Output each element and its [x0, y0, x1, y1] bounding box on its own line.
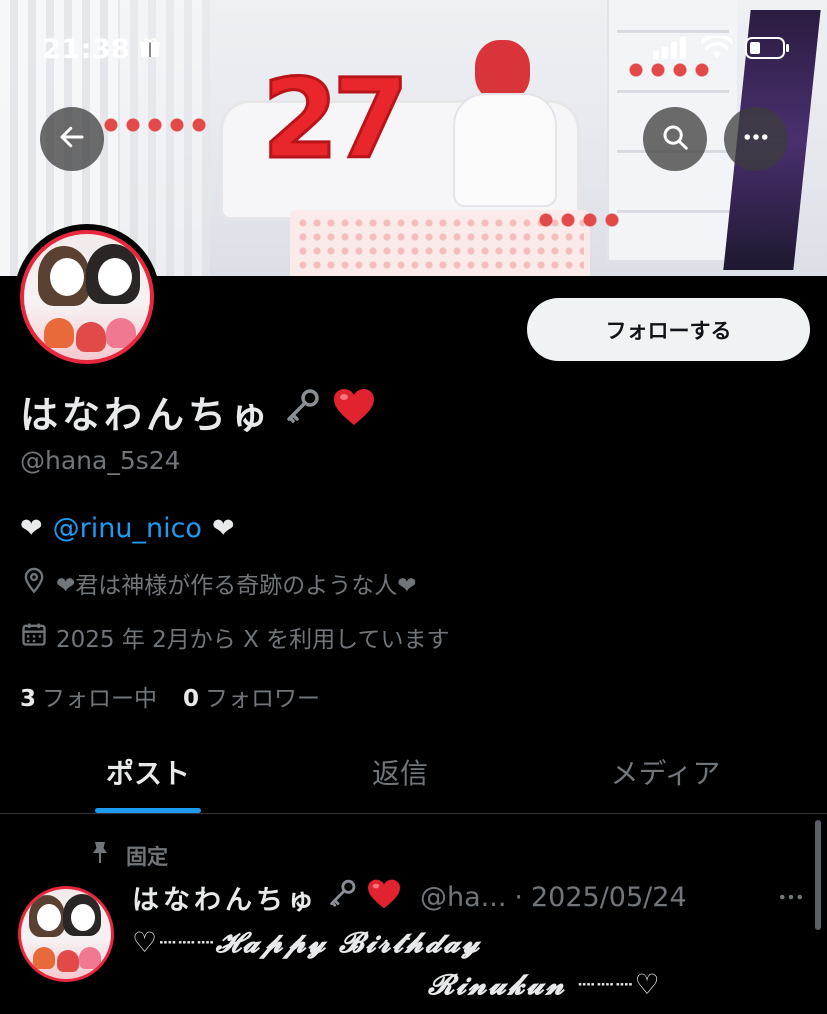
- search-button[interactable]: [643, 107, 707, 171]
- scrollbar[interactable]: [815, 820, 821, 930]
- banner-balloon: 27: [260, 54, 410, 185]
- bio-heart: ❤: [20, 513, 43, 544]
- more-icon: [741, 122, 771, 156]
- battery-icon: [745, 36, 791, 64]
- followers-label: フォロワー: [205, 686, 321, 712]
- tab-media[interactable]: メディア: [504, 730, 827, 813]
- following-link[interactable]: 3 フォロー中: [20, 679, 157, 713]
- banner-character: [420, 30, 570, 205]
- calendar-icon: [20, 620, 48, 654]
- post-date[interactable]: 2025/05/24: [531, 882, 687, 913]
- banner-figures: [535, 205, 625, 235]
- post-text-line-2: 𝓡𝓲𝓷𝓾𝓴𝓾𝓷 ┈┈┈♡: [428, 968, 662, 1001]
- pinned-indicator: 固定: [88, 840, 168, 871]
- post-more-icon[interactable]: [776, 882, 806, 916]
- profile-bio: ❤ @rinu_nico ❤: [20, 513, 235, 544]
- heart-emoji: [332, 387, 376, 436]
- key-icon: [282, 387, 322, 436]
- tab-replies[interactable]: 返信: [296, 730, 504, 813]
- wifi-icon: [700, 34, 734, 64]
- post-author-handle[interactable]: @ha...: [420, 882, 506, 913]
- bio-mention-link[interactable]: @rinu_nico: [53, 513, 202, 544]
- pinned-label: 固定: [126, 844, 168, 869]
- post-author-name[interactable]: はなわんちゅ: [132, 878, 318, 917]
- post-text-line-1: ♡┈┈┈𝓗𝓪𝓹𝓹𝔂 𝓑𝓲𝓻𝓽𝓱𝓭𝓪𝔂: [132, 926, 482, 959]
- profile-joined: 2025 年 2月から X を利用しています: [20, 620, 449, 654]
- post-date-separator: ·: [514, 882, 523, 913]
- followers-link[interactable]: 0 フォロワー: [183, 679, 320, 713]
- search-icon: [660, 122, 690, 156]
- follow-counts: 3 フォロー中 0 フォロワー: [20, 679, 320, 713]
- profile-location: ❤君は神様が作る奇跡のような人❤: [20, 566, 417, 600]
- profile-avatar[interactable]: [14, 224, 160, 370]
- banner-plushies: [100, 110, 210, 140]
- tab-posts[interactable]: ポスト: [0, 730, 296, 813]
- more-button[interactable]: [724, 107, 788, 171]
- joined-text: 2025 年 2月から X を利用しています: [56, 627, 450, 653]
- profile-name: はなわんちゅ: [20, 384, 376, 439]
- status-time: 21:38: [42, 34, 131, 65]
- following-count: 3: [20, 686, 37, 712]
- following-label: フォロー中: [42, 686, 158, 712]
- profile-name-text: はなわんちゅ: [20, 393, 273, 437]
- profile-handle: @hana_5s24: [20, 446, 181, 475]
- signal-icon: [653, 37, 689, 63]
- location-icon: [20, 566, 48, 600]
- back-arrow-icon: [57, 122, 87, 156]
- post-header: はなわんちゅ @ha... · 2025/05/24: [132, 878, 687, 917]
- location-text: ❤君は神様が作る奇跡のような人❤: [56, 573, 417, 599]
- bio-heart: ❤: [211, 513, 235, 544]
- pin-icon: [88, 840, 112, 871]
- gift-icon: [138, 36, 162, 64]
- post-author-avatar[interactable]: [18, 886, 114, 982]
- back-button[interactable]: [40, 107, 104, 171]
- profile-tabs: ポスト 返信 メディア: [0, 730, 827, 814]
- key-icon: [326, 878, 358, 917]
- follow-button[interactable]: フォローする: [527, 298, 810, 361]
- followers-count: 0: [183, 686, 200, 712]
- heart-emoji: [366, 878, 402, 917]
